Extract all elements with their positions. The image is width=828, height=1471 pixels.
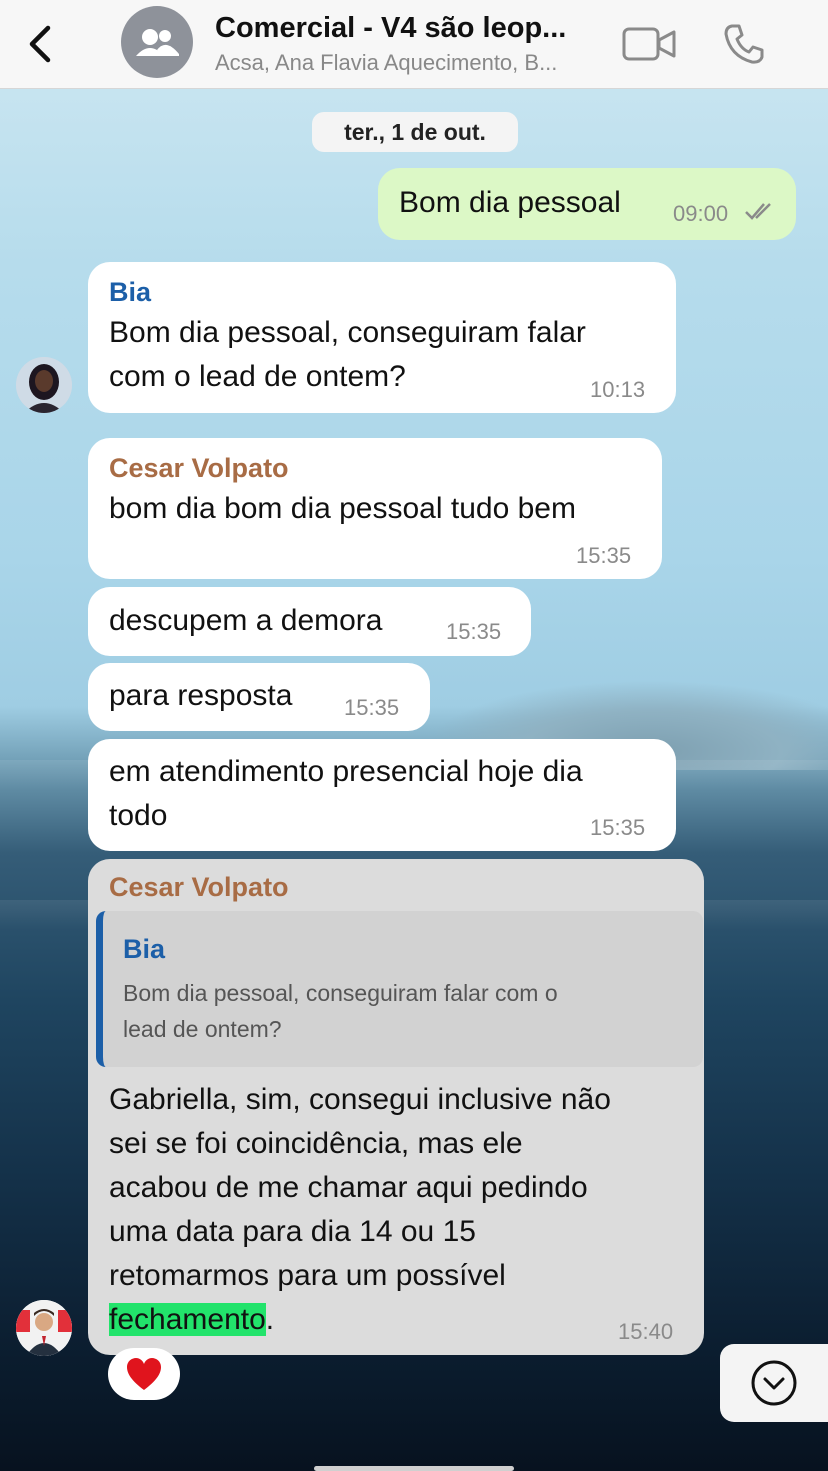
scroll-down-icon: [751, 1360, 797, 1406]
chat-header: Comercial - V4 são leop... Acsa, Ana Fla…: [0, 0, 828, 89]
avatar-bia[interactable]: [16, 357, 72, 413]
incoming-message[interactable]: para resposta 15:35: [88, 663, 430, 731]
quoted-text-line: Bom dia pessoal, conseguiram falar com o: [123, 980, 558, 1006]
phone-call-icon[interactable]: [722, 22, 766, 66]
message-text-line: em atendimento presencial hoje dia: [109, 755, 583, 788]
avatar-cesar[interactable]: [16, 1300, 72, 1356]
message-text-line: uma data para dia 14 ou 15: [109, 1215, 476, 1248]
incoming-message[interactable]: Cesar Volpato bom dia bom dia pessoal tu…: [88, 438, 662, 579]
double-check-icon: [745, 203, 771, 220]
message-text-line: Gabriella, sim, consegui inclusive não: [109, 1083, 611, 1116]
sender-name[interactable]: Cesar Volpato: [109, 869, 289, 905]
group-avatar-icon: [136, 29, 179, 56]
message-time: 15:40: [618, 1319, 674, 1344]
message-text: bom dia bom dia pessoal tudo bem: [109, 492, 576, 525]
home-indicator: [314, 1466, 514, 1471]
back-chevron-icon[interactable]: [22, 22, 62, 66]
incoming-reply-message[interactable]: Cesar Volpato Bia Bom dia pessoal, conse…: [88, 859, 704, 1355]
quoted-sender-name: Bia: [123, 934, 166, 964]
message-text-line: acabou de me chamar aqui pedindo: [109, 1171, 588, 1204]
message-text-line: fechamento.: [109, 1298, 274, 1342]
incoming-message[interactable]: Bia Bom dia pessoal, conseguiram falar c…: [88, 262, 676, 413]
sender-name[interactable]: Bia: [109, 274, 151, 310]
message-text-line: retomarmos para um possível: [109, 1259, 506, 1292]
search-highlight: fechamento: [109, 1303, 266, 1336]
message-time: 15:35: [446, 619, 502, 644]
message-time: 15:35: [590, 815, 646, 840]
incoming-message[interactable]: descupem a demora 15:35: [88, 587, 531, 656]
avatar-bia-image: [16, 357, 72, 413]
message-text-line: sei se foi coincidência, mas ele: [109, 1127, 523, 1160]
message-text-tail: .: [265, 1303, 275, 1336]
sender-name[interactable]: Cesar Volpato: [109, 450, 289, 486]
message-reaction[interactable]: [108, 1348, 180, 1400]
message-text-line: com o lead de ontem?: [109, 360, 406, 393]
message-text: Bom dia pessoal: [399, 186, 621, 219]
message-time: 09:00: [673, 201, 729, 226]
scroll-to-bottom-button[interactable]: [720, 1344, 828, 1422]
message-time: 15:35: [344, 695, 400, 720]
chat-title[interactable]: Comercial - V4 são leop...: [215, 12, 566, 45]
message-text: para resposta: [109, 679, 293, 712]
incoming-message[interactable]: em atendimento presencial hoje dia todo …: [88, 739, 676, 851]
video-call-icon[interactable]: [622, 24, 676, 64]
chat-participants[interactable]: Acsa, Ana Flavia Aquecimento, B...: [215, 50, 557, 76]
quoted-text-line: lead de ontem?: [123, 1016, 282, 1042]
outgoing-message[interactable]: Bom dia pessoal 09:00: [378, 168, 796, 240]
group-avatar[interactable]: [121, 6, 193, 78]
message-text-line: Bom dia pessoal, conseguiram falar: [109, 316, 586, 349]
message-time: 10:13: [590, 377, 646, 402]
message-time: 15:35: [576, 543, 632, 568]
avatar-cesar-image: [16, 1300, 72, 1356]
message-text-line: todo: [109, 799, 168, 832]
date-separator: ter., 1 de out.: [312, 112, 518, 152]
quoted-message[interactable]: Bia Bom dia pessoal, conseguiram falar c…: [96, 911, 703, 1067]
message-text: descupem a demora: [109, 604, 383, 637]
heart-icon: [127, 1358, 161, 1390]
